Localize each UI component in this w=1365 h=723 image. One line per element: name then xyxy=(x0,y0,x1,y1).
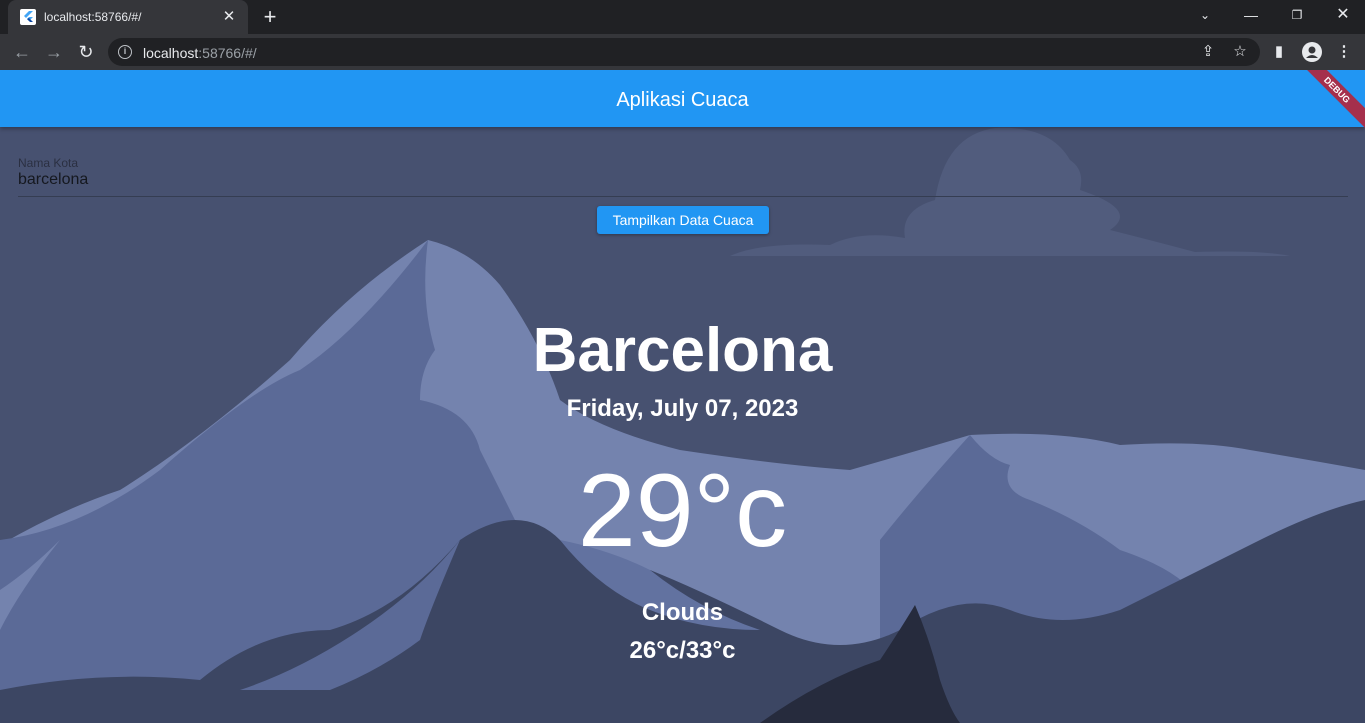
url-text: localhost:58766/#/ xyxy=(143,45,257,61)
weather-date: Friday, July 07, 2023 xyxy=(566,395,799,422)
city-name-heading: Barcelona xyxy=(532,316,833,385)
side-panel-icon[interactable]: ▮ xyxy=(1267,40,1291,64)
temperature-min-max: 26°c/33°c xyxy=(629,637,736,664)
tab-close-icon[interactable]: ✕ xyxy=(220,8,238,26)
profile-avatar-icon[interactable] xyxy=(1300,40,1324,64)
restore-icon[interactable]: ❐ xyxy=(1274,0,1320,30)
city-name-field[interactable]: Nama Kota barcelona xyxy=(18,156,1348,197)
show-weather-button[interactable]: Tampilkan Data Cuaca xyxy=(597,206,769,234)
browser-tabstrip: localhost:58766/#/ ✕ + ⌄ — ❐ ✕ xyxy=(0,0,1365,34)
city-name-label: Nama Kota xyxy=(18,156,79,170)
back-icon[interactable]: ← xyxy=(10,40,34,64)
app-viewport: Aplikasi Cuaca DEBUG Nama Kota barcelona… xyxy=(0,70,1365,723)
share-icon[interactable]: ⇪ xyxy=(1196,40,1220,64)
browser-menu-icon[interactable]: ⋮ xyxy=(1332,40,1356,64)
new-tab-icon[interactable]: + xyxy=(258,6,282,30)
minimize-icon[interactable]: — xyxy=(1228,0,1274,30)
app-title: Aplikasi Cuaca xyxy=(616,89,749,111)
current-temperature: 29°c xyxy=(577,453,788,569)
browser-tab[interactable]: localhost:58766/#/ ✕ xyxy=(8,0,248,34)
forward-icon[interactable]: → xyxy=(42,40,66,64)
flutter-favicon-icon xyxy=(20,9,36,25)
tab-search-chevron-icon[interactable]: ⌄ xyxy=(1182,0,1228,30)
reload-icon[interactable]: ↻ xyxy=(74,40,98,64)
app-bar: Aplikasi Cuaca xyxy=(0,70,1365,127)
city-name-input[interactable]: barcelona xyxy=(18,171,88,189)
browser-toolbar: ← → ↻ i localhost:58766/#/ ⇪ ☆ ▮ ⋮ xyxy=(0,34,1365,70)
address-bar[interactable]: i localhost:58766/#/ xyxy=(108,38,1260,66)
tab-title: localhost:58766/#/ xyxy=(44,10,142,24)
close-window-icon[interactable]: ✕ xyxy=(1320,0,1365,30)
weather-condition: Clouds xyxy=(641,599,724,626)
site-info-icon[interactable]: i xyxy=(118,45,132,59)
bookmark-star-icon[interactable]: ☆ xyxy=(1228,40,1252,64)
